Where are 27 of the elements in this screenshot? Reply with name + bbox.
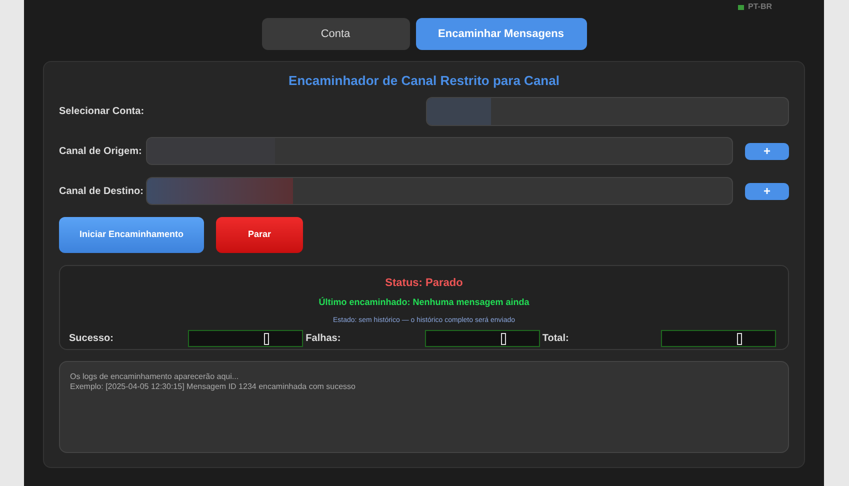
add-button[interactable]: + bbox=[745, 142, 789, 160]
last-forwarded-text: Último encaminhado: Nenhuma mensagem ainda bbox=[318, 296, 530, 309]
cursor-icon bbox=[264, 332, 269, 344]
language-label: PT-BR bbox=[748, 3, 772, 11]
flag-icon bbox=[738, 4, 744, 10]
tab[interactable]: Encaminhar Mensagens bbox=[416, 18, 586, 50]
log-area[interactable]: Os logs de encaminhamento aparecerão aqui... Exemplo: [2025-04-05 12:30:15] Mensagem ID 1234 encaminhada com sucesso bbox=[59, 360, 789, 452]
field-label: Canal de Origem: bbox=[59, 144, 143, 158]
counter-field[interactable] bbox=[661, 330, 776, 347]
counter-label: Total: bbox=[542, 332, 570, 346]
status-text: Status: Parado bbox=[385, 276, 463, 290]
counter-field[interactable] bbox=[424, 330, 540, 347]
counter-label: Sucesso: bbox=[69, 332, 114, 346]
field-label: Selecionar Conta: bbox=[59, 104, 146, 118]
stop-button[interactable]: Parar bbox=[216, 216, 303, 252]
counter-label: Falhas: bbox=[306, 332, 342, 346]
start-button[interactable]: Iniciar Encaminhamento bbox=[59, 216, 204, 252]
redacted-block bbox=[427, 98, 491, 124]
cursor-icon bbox=[500, 332, 506, 344]
channel-input[interactable] bbox=[146, 137, 733, 165]
cursor-icon bbox=[737, 332, 742, 344]
counter-field[interactable] bbox=[188, 330, 303, 347]
tab[interactable]: Conta bbox=[262, 18, 410, 50]
add-button[interactable]: + bbox=[745, 182, 789, 200]
field-label: Canal de Destino: bbox=[59, 184, 144, 198]
channel-input[interactable] bbox=[146, 177, 733, 205]
panel-title: Encaminhador de Canal Restrito para Canal bbox=[288, 72, 560, 90]
